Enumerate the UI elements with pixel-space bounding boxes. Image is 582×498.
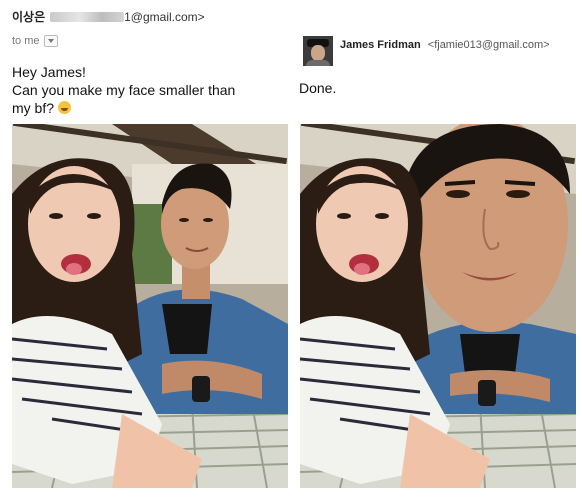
details-dropdown-icon[interactable] <box>43 35 58 47</box>
message-line: Hey James! <box>12 64 86 80</box>
sender-avatar <box>303 36 333 66</box>
edited-photo <box>300 124 576 488</box>
sender-name: 이상은 <box>12 10 46 24</box>
to-label: to me <box>12 35 40 47</box>
reply-email: James Fridman <fjamie013@gmail.com> Done… <box>291 0 582 498</box>
original-photo <box>12 124 288 488</box>
laughing-emoji-icon <box>58 101 72 114</box>
reply-sender-email: <fjamie013@gmail.com> <box>427 39 550 51</box>
original-email: 이상은 1@gmail.com> to me Hey James! Can yo… <box>0 0 291 498</box>
redacted-email <box>50 11 125 22</box>
reply-sender-name: James Fridman <box>340 39 421 51</box>
message-line: my bf? <box>12 100 55 116</box>
sender-email: 1@gmail.com> <box>124 9 205 24</box>
sender-row: 이상은 1@gmail.com> <box>12 8 205 25</box>
recipient-row: to me <box>12 35 58 47</box>
reply-message: Done. <box>299 80 337 96</box>
message-body: Hey James! Can you make my face smaller … <box>12 63 282 117</box>
reply-sender-row: James Fridman <fjamie013@gmail.com> <box>340 39 550 51</box>
message-line: Can you make my face smaller than <box>12 82 236 98</box>
